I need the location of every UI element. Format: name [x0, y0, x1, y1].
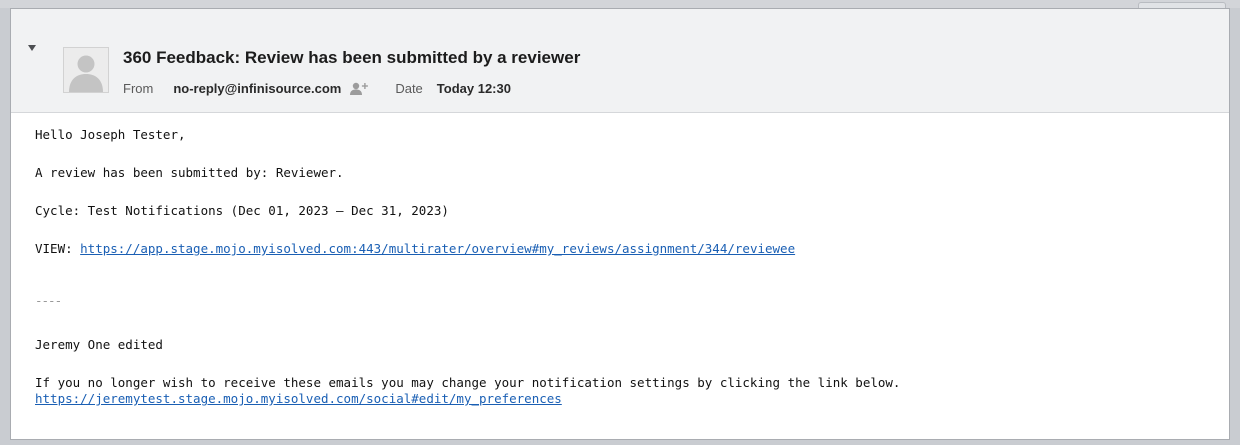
view-label: VIEW: — [35, 241, 81, 256]
window-top-strip — [0, 0, 1240, 9]
message-header: 360 Feedback: Review has been submitted … — [11, 9, 1229, 113]
cycle-line: Cycle: Test Notifications (Dec 01, 2023 … — [35, 203, 449, 218]
footer-link-line: https://jeremytest.stage.mojo.myisolved.… — [35, 391, 562, 407]
footer-text: If you no longer wish to receive these e… — [35, 375, 901, 390]
review-link[interactable]: https://app.stage.mojo.myisolved.com:443… — [80, 241, 795, 256]
preferences-link[interactable]: https://jeremytest.stage.mojo.myisolved.… — [35, 391, 562, 406]
separator: ---- — [35, 293, 62, 308]
greeting-line: Hello Joseph Tester, — [35, 127, 186, 142]
view-line: VIEW: https://app.stage.mojo.myisolved.c… — [35, 241, 795, 257]
sender-address[interactable]: no-reply@infinisource.com — [173, 81, 341, 96]
email-meta: From no-reply@infinisource.com Date Toda… — [123, 81, 511, 96]
from-label: From — [123, 81, 154, 96]
email-viewer: 360 Feedback: Review has been submitted … — [10, 8, 1230, 440]
avatar — [63, 47, 109, 93]
disclosure-triangle-icon[interactable] — [28, 45, 36, 51]
date-label: Date — [395, 81, 423, 96]
date-value: Today 12:30 — [436, 81, 511, 96]
submitted-line: A review has been submitted by: Reviewer… — [35, 165, 344, 180]
add-contact-icon[interactable] — [349, 82, 369, 96]
signature-line: Jeremy One edited — [35, 337, 163, 352]
email-subject: 360 Feedback: Review has been submitted … — [123, 48, 581, 67]
person-silhouette-icon — [69, 55, 103, 92]
